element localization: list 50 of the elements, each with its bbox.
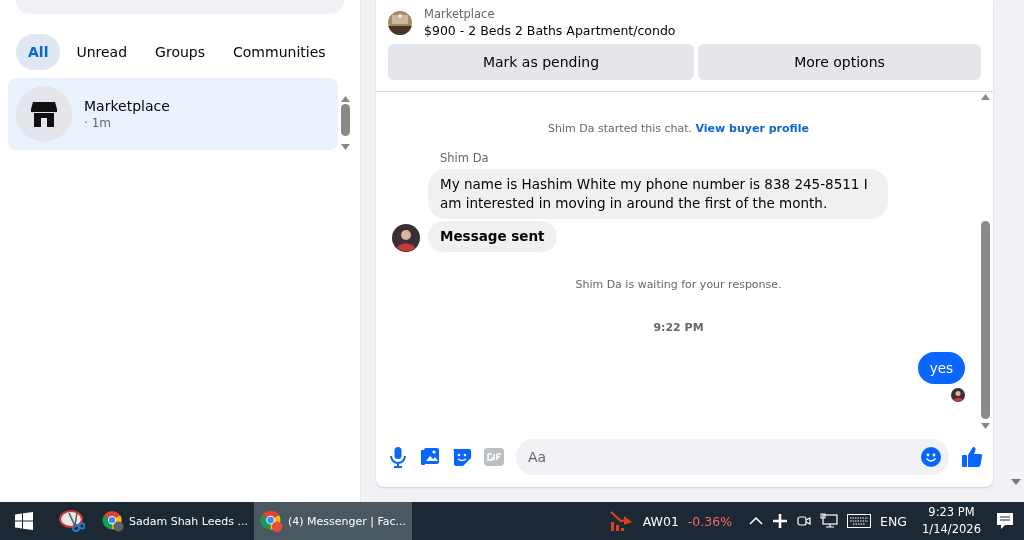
keyboard-icon[interactable] bbox=[847, 514, 872, 528]
filter-tab[interactable]: Unread bbox=[64, 34, 140, 70]
sticker-icon[interactable] bbox=[452, 447, 472, 467]
message-bubble: yes bbox=[917, 352, 965, 384]
buyer-profile-link[interactable]: View buyer profile bbox=[695, 122, 809, 135]
filter-tab[interactable]: Communities bbox=[221, 34, 338, 70]
scrollbar-thumb[interactable] bbox=[980, 221, 990, 419]
chat-name: Marketplace bbox=[84, 98, 170, 114]
scrollbar-thumb[interactable] bbox=[340, 104, 350, 136]
store-icon bbox=[16, 86, 72, 142]
browser-icon bbox=[260, 509, 283, 533]
camera-icon[interactable] bbox=[797, 513, 812, 529]
message-bubble: My name is Hashim White my phone number is 838 245-8511 I am interested in moving in around the first of the month. bbox=[428, 169, 888, 219]
clock[interactable]: 9:23 PM 1/14/2026 bbox=[922, 504, 981, 538]
action-button[interactable]: More options bbox=[698, 44, 981, 80]
taskbar-app[interactable]: Sadam Shah Leeds ... bbox=[96, 502, 254, 540]
notification-icon[interactable] bbox=[996, 512, 1014, 530]
ticker-change: -0.36% bbox=[687, 513, 733, 529]
emoji-icon[interactable] bbox=[921, 447, 941, 467]
ticker-symbol: AW01 bbox=[642, 513, 679, 529]
photo-icon[interactable] bbox=[420, 447, 440, 467]
scroll-up-icon[interactable] bbox=[980, 94, 990, 100]
network-icon[interactable] bbox=[820, 513, 839, 529]
windows-start-icon[interactable] bbox=[15, 512, 33, 530]
chat-time: · 1m bbox=[84, 116, 112, 130]
scroll-down-icon[interactable] bbox=[340, 144, 350, 150]
caret-up-icon[interactable] bbox=[749, 516, 764, 526]
filter-tab[interactable]: All bbox=[16, 34, 61, 70]
listing-title: $900 - 2 Beds 2 Baths Apartment/condo bbox=[424, 23, 676, 38]
action-button[interactable]: Mark as pending bbox=[388, 44, 694, 80]
sender-name: Shim Da bbox=[440, 151, 490, 165]
filter-tab[interactable]: Groups bbox=[143, 34, 217, 70]
message-field[interactable]: Aa bbox=[516, 439, 949, 475]
listing-source: Marketplace bbox=[424, 7, 496, 21]
message-bubble: Message sent bbox=[428, 221, 557, 252]
chat-item[interactable]: Marketplace · 1m bbox=[8, 78, 338, 150]
microphone-icon[interactable] bbox=[388, 446, 408, 468]
scroll-up-icon[interactable] bbox=[340, 96, 350, 102]
taskbar-app[interactable]: (4) Messenger | Fac... bbox=[254, 502, 412, 540]
system-message: Shim Da started this chat. View buyer profile bbox=[547, 122, 810, 135]
browser-icon bbox=[102, 509, 124, 533]
falling-chart-icon[interactable] bbox=[609, 510, 634, 532]
scroll-down-icon[interactable] bbox=[980, 423, 990, 429]
language-indicator[interactable]: ENG bbox=[880, 513, 908, 529]
plus-icon[interactable] bbox=[772, 513, 789, 529]
scissors-icon[interactable] bbox=[59, 509, 85, 533]
scroll-down-icon[interactable] bbox=[1011, 479, 1021, 485]
thumbs-up-icon[interactable] bbox=[961, 446, 983, 468]
timestamp: 9:22 PM bbox=[652, 321, 705, 334]
system-message: Shim Da is waiting for your response. bbox=[574, 278, 783, 291]
